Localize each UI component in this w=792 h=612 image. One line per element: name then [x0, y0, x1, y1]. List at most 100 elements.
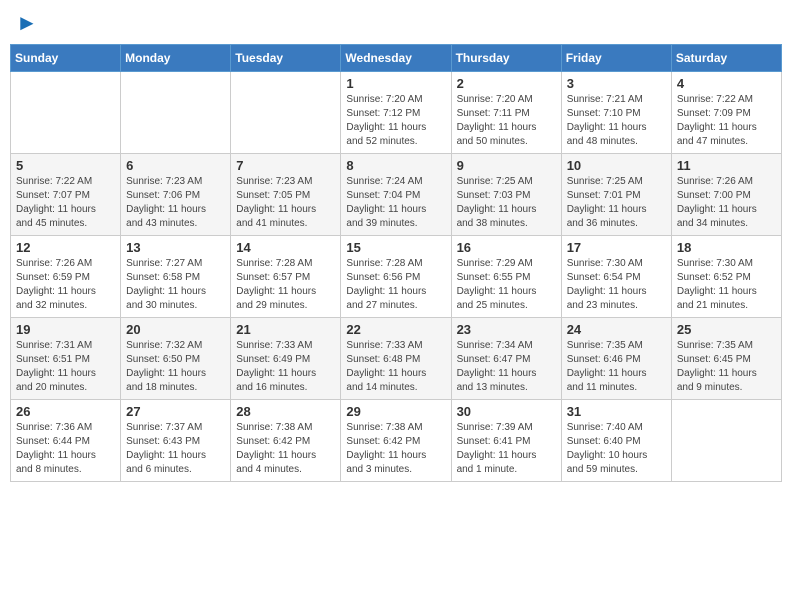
day-number: 26 — [16, 404, 115, 419]
calendar-cell: 12 Sunrise: 7:26 AMSunset: 6:59 PMDayligh… — [11, 236, 121, 318]
calendar-cell: 25 Sunrise: 7:35 AMSunset: 6:45 PMDayligh… — [671, 318, 781, 400]
calendar-cell: 31 Sunrise: 7:40 AMSunset: 6:40 PMDayligh… — [561, 400, 671, 482]
day-number: 13 — [126, 240, 225, 255]
day-number: 21 — [236, 322, 335, 337]
day-number: 10 — [567, 158, 666, 173]
calendar-cell: 29 Sunrise: 7:38 AMSunset: 6:42 PMDayligh… — [341, 400, 451, 482]
day-info: Sunrise: 7:24 AMSunset: 7:04 PMDaylight:… — [346, 175, 445, 231]
calendar-cell: 20 Sunrise: 7:32 AMSunset: 6:50 PMDayligh… — [121, 318, 231, 400]
day-header-friday: Friday — [561, 45, 671, 72]
calendar-table: SundayMondayTuesdayWednesdayThursdayFrid… — [10, 44, 782, 482]
day-header-thursday: Thursday — [451, 45, 561, 72]
logo-icon: ► — [16, 10, 38, 36]
day-info: Sunrise: 7:32 AMSunset: 6:50 PMDaylight:… — [126, 339, 225, 395]
day-info: Sunrise: 7:28 AMSunset: 6:57 PMDaylight:… — [236, 257, 335, 313]
day-number: 11 — [677, 158, 776, 173]
calendar-cell: 18 Sunrise: 7:30 AMSunset: 6:52 PMDayligh… — [671, 236, 781, 318]
calendar-cell — [11, 72, 121, 154]
calendar-cell: 4 Sunrise: 7:22 AMSunset: 7:09 PMDaylight… — [671, 72, 781, 154]
calendar-cell: 13 Sunrise: 7:27 AMSunset: 6:58 PMDayligh… — [121, 236, 231, 318]
day-number: 19 — [16, 322, 115, 337]
day-number: 16 — [457, 240, 556, 255]
day-header-monday: Monday — [121, 45, 231, 72]
calendar-cell: 16 Sunrise: 7:29 AMSunset: 6:55 PMDayligh… — [451, 236, 561, 318]
day-info: Sunrise: 7:21 AMSunset: 7:10 PMDaylight:… — [567, 93, 666, 149]
calendar-cell: 21 Sunrise: 7:33 AMSunset: 6:49 PMDayligh… — [231, 318, 341, 400]
calendar-cell — [671, 400, 781, 482]
day-number: 30 — [457, 404, 556, 419]
day-info: Sunrise: 7:30 AMSunset: 6:54 PMDaylight:… — [567, 257, 666, 313]
day-info: Sunrise: 7:39 AMSunset: 6:41 PMDaylight:… — [457, 421, 556, 477]
day-info: Sunrise: 7:35 AMSunset: 6:46 PMDaylight:… — [567, 339, 666, 395]
day-number: 15 — [346, 240, 445, 255]
calendar-cell — [231, 72, 341, 154]
day-number: 12 — [16, 240, 115, 255]
calendar-cell: 17 Sunrise: 7:30 AMSunset: 6:54 PMDayligh… — [561, 236, 671, 318]
calendar-cell: 28 Sunrise: 7:38 AMSunset: 6:42 PMDayligh… — [231, 400, 341, 482]
calendar-cell: 15 Sunrise: 7:28 AMSunset: 6:56 PMDayligh… — [341, 236, 451, 318]
day-info: Sunrise: 7:30 AMSunset: 6:52 PMDaylight:… — [677, 257, 776, 313]
day-number: 17 — [567, 240, 666, 255]
day-number: 18 — [677, 240, 776, 255]
day-number: 29 — [346, 404, 445, 419]
day-number: 7 — [236, 158, 335, 173]
calendar-cell: 9 Sunrise: 7:25 AMSunset: 7:03 PMDaylight… — [451, 154, 561, 236]
calendar-cell: 30 Sunrise: 7:39 AMSunset: 6:41 PMDayligh… — [451, 400, 561, 482]
day-info: Sunrise: 7:25 AMSunset: 7:03 PMDaylight:… — [457, 175, 556, 231]
day-info: Sunrise: 7:20 AMSunset: 7:12 PMDaylight:… — [346, 93, 445, 149]
day-info: Sunrise: 7:23 AMSunset: 7:06 PMDaylight:… — [126, 175, 225, 231]
day-number: 22 — [346, 322, 445, 337]
day-number: 20 — [126, 322, 225, 337]
day-info: Sunrise: 7:27 AMSunset: 6:58 PMDaylight:… — [126, 257, 225, 313]
day-number: 2 — [457, 76, 556, 91]
day-number: 14 — [236, 240, 335, 255]
calendar-cell: 26 Sunrise: 7:36 AMSunset: 6:44 PMDayligh… — [11, 400, 121, 482]
calendar-cell: 14 Sunrise: 7:28 AMSunset: 6:57 PMDayligh… — [231, 236, 341, 318]
day-number: 3 — [567, 76, 666, 91]
day-number: 31 — [567, 404, 666, 419]
day-header-sunday: Sunday — [11, 45, 121, 72]
header: ► — [10, 10, 782, 36]
day-info: Sunrise: 7:40 AMSunset: 6:40 PMDaylight:… — [567, 421, 666, 477]
day-number: 27 — [126, 404, 225, 419]
day-info: Sunrise: 7:38 AMSunset: 6:42 PMDaylight:… — [236, 421, 335, 477]
calendar-cell: 8 Sunrise: 7:24 AMSunset: 7:04 PMDaylight… — [341, 154, 451, 236]
day-info: Sunrise: 7:20 AMSunset: 7:11 PMDaylight:… — [457, 93, 556, 149]
logo: ► — [14, 10, 38, 36]
day-number: 25 — [677, 322, 776, 337]
calendar-cell: 19Sunrise: 7:31 AMSunset: 6:51 PMDayligh… — [11, 318, 121, 400]
calendar-cell: 5Sunrise: 7:22 AMSunset: 7:07 PMDaylight… — [11, 154, 121, 236]
day-number: 4 — [677, 76, 776, 91]
calendar-cell: 6 Sunrise: 7:23 AMSunset: 7:06 PMDaylight… — [121, 154, 231, 236]
day-header-tuesday: Tuesday — [231, 45, 341, 72]
calendar-cell: 23 Sunrise: 7:34 AMSunset: 6:47 PMDayligh… — [451, 318, 561, 400]
day-info: Sunrise: 7:35 AMSunset: 6:45 PMDaylight:… — [677, 339, 776, 395]
day-info: Sunrise: 7:22 AMSunset: 7:07 PMDaylight:… — [16, 175, 115, 231]
day-info: Sunrise: 7:26 AMSunset: 7:00 PMDaylight:… — [677, 175, 776, 231]
day-number: 28 — [236, 404, 335, 419]
day-number: 23 — [457, 322, 556, 337]
calendar-cell: 11 Sunrise: 7:26 AMSunset: 7:00 PMDayligh… — [671, 154, 781, 236]
day-header-saturday: Saturday — [671, 45, 781, 72]
calendar-cell: 7Sunrise: 7:23 AMSunset: 7:05 PMDaylight… — [231, 154, 341, 236]
day-info: Sunrise: 7:33 AMSunset: 6:49 PMDaylight:… — [236, 339, 335, 395]
day-number: 1 — [346, 76, 445, 91]
calendar-cell: 27 Sunrise: 7:37 AMSunset: 6:43 PMDayligh… — [121, 400, 231, 482]
calendar-cell: 22Sunrise: 7:33 AMSunset: 6:48 PMDayligh… — [341, 318, 451, 400]
day-info: Sunrise: 7:28 AMSunset: 6:56 PMDaylight:… — [346, 257, 445, 313]
day-info: Sunrise: 7:29 AMSunset: 6:55 PMDaylight:… — [457, 257, 556, 313]
day-number: 6 — [126, 158, 225, 173]
calendar-cell: 10Sunrise: 7:25 AMSunset: 7:01 PMDayligh… — [561, 154, 671, 236]
day-number: 8 — [346, 158, 445, 173]
day-number: 24 — [567, 322, 666, 337]
day-number: 9 — [457, 158, 556, 173]
day-info: Sunrise: 7:26 AMSunset: 6:59 PMDaylight:… — [16, 257, 115, 313]
calendar-cell: 1 Sunrise: 7:20 AMSunset: 7:12 PMDaylight… — [341, 72, 451, 154]
day-info: Sunrise: 7:34 AMSunset: 6:47 PMDaylight:… — [457, 339, 556, 395]
day-info: Sunrise: 7:38 AMSunset: 6:42 PMDaylight:… — [346, 421, 445, 477]
calendar-cell: 3 Sunrise: 7:21 AMSunset: 7:10 PMDaylight… — [561, 72, 671, 154]
day-info: Sunrise: 7:36 AMSunset: 6:44 PMDaylight:… — [16, 421, 115, 477]
calendar-cell: 2 Sunrise: 7:20 AMSunset: 7:11 PMDaylight… — [451, 72, 561, 154]
day-info: Sunrise: 7:37 AMSunset: 6:43 PMDaylight:… — [126, 421, 225, 477]
day-info: Sunrise: 7:22 AMSunset: 7:09 PMDaylight:… — [677, 93, 776, 149]
